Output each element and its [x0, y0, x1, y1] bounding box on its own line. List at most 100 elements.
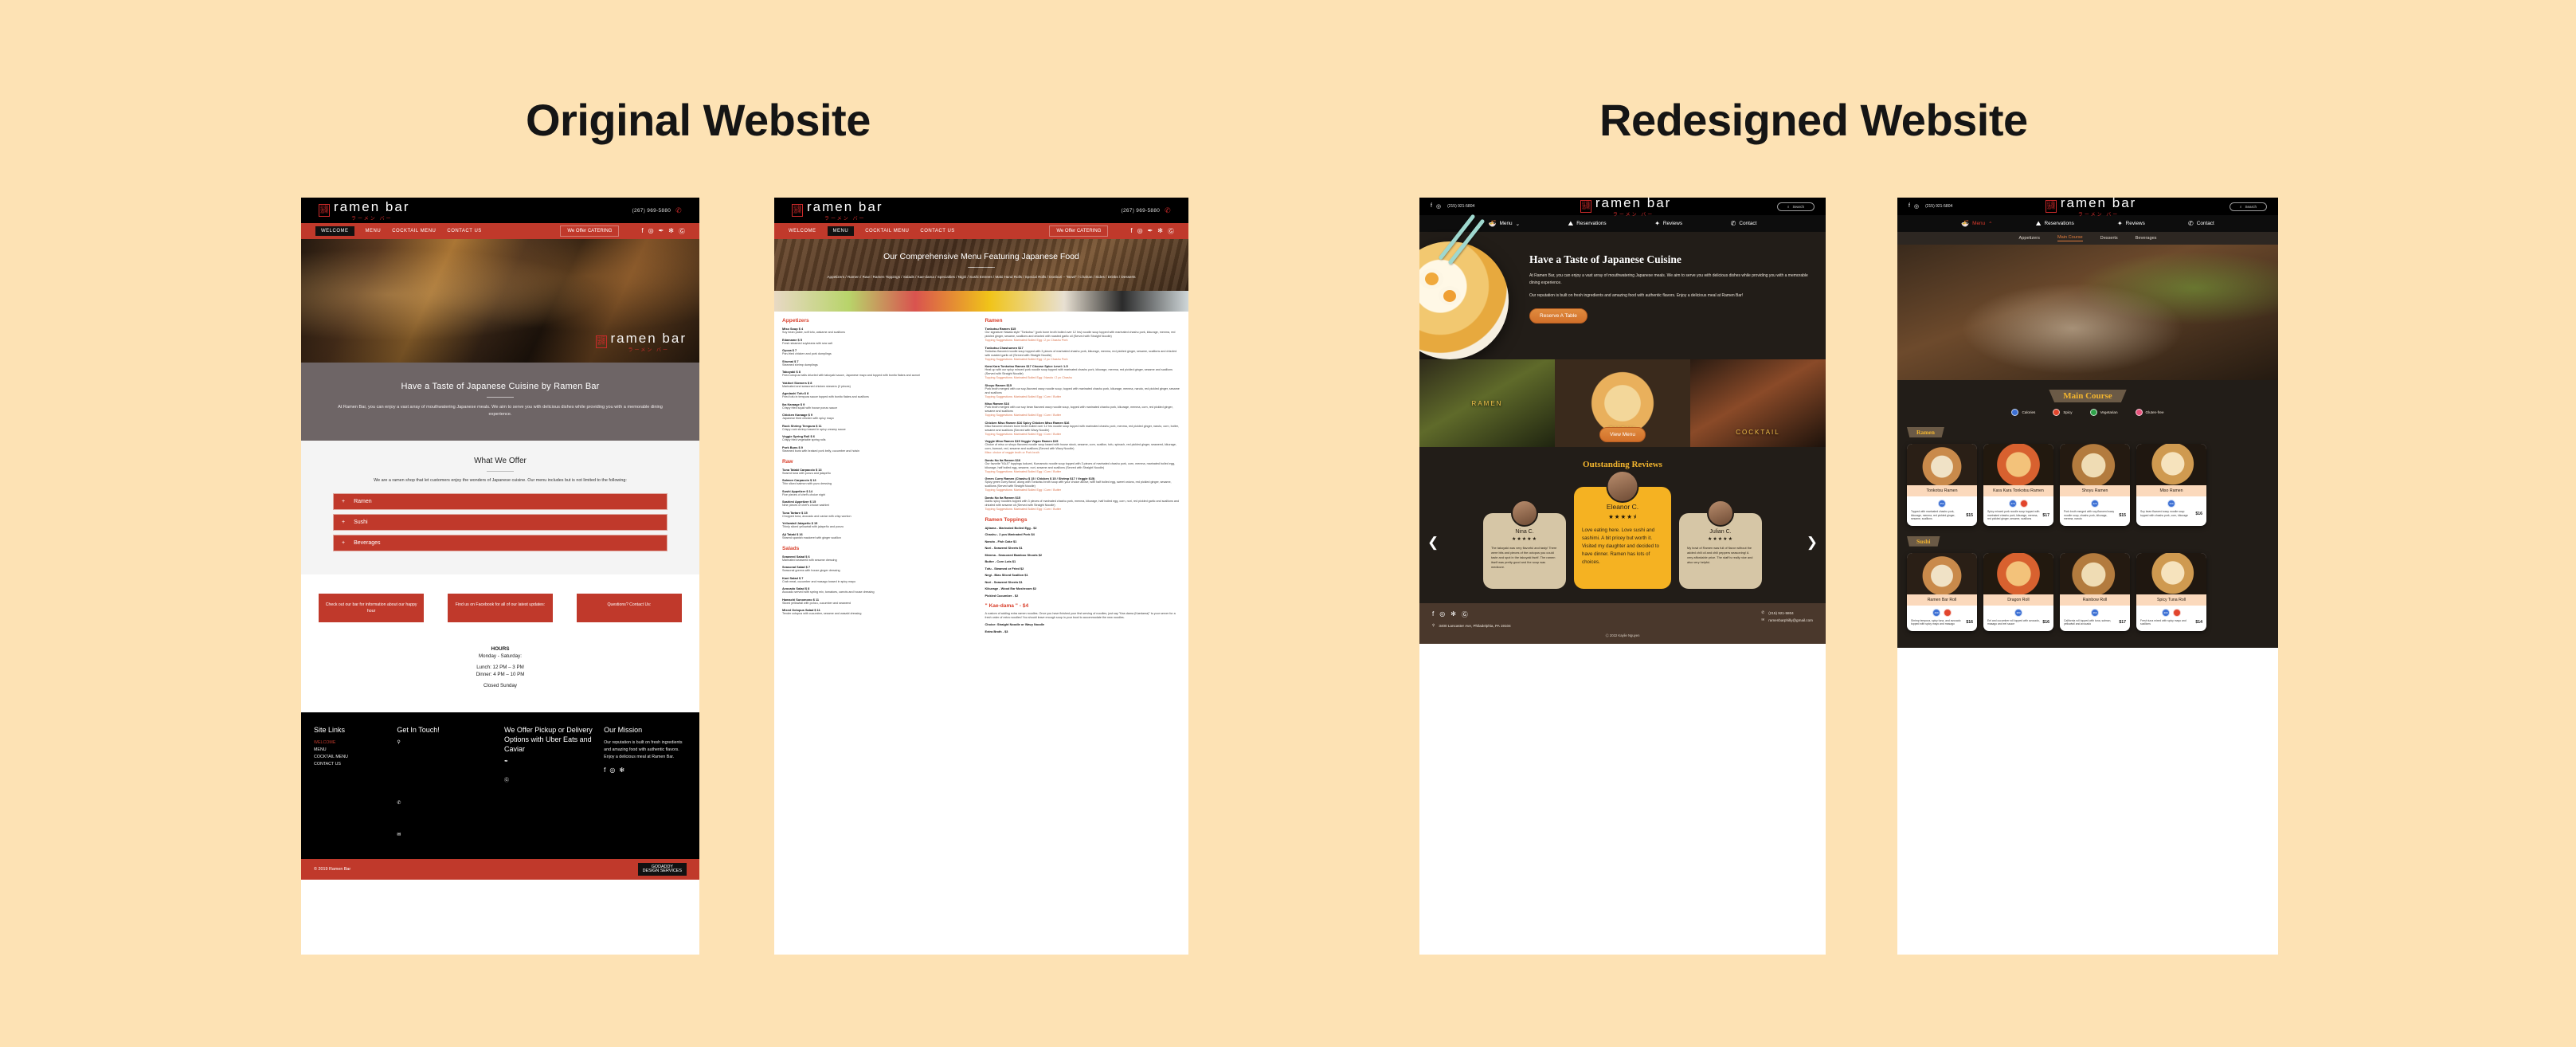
menu-item: Naruto - Fish Cake $1 — [985, 539, 1181, 543]
pen-icon[interactable]: ✒ — [1148, 227, 1153, 236]
footer-email[interactable]: ✉ ramenbarphilly@gmail.com — [1761, 618, 1813, 622]
dish-photo — [2136, 444, 2206, 485]
footer-link-cocktail-menu[interactable]: COCKTAIL MENU — [314, 754, 386, 761]
review-card[interactable]: Julian C. ★★★★★ My bowl of Ramen was ful… — [1679, 500, 1762, 589]
tab-main-course[interactable]: Main Course — [2057, 235, 2083, 241]
facebook-icon[interactable]: f — [604, 767, 605, 774]
dish-card[interactable]: Dragon Roll 380 Eel and cucumber roll topp… — [1983, 552, 2053, 631]
yelp-icon[interactable]: ✻ — [619, 767, 624, 774]
dish-card[interactable]: Tonkotsu Ramen 350 Topped with marinated c… — [1907, 444, 1977, 526]
instagram-icon[interactable]: ◎ — [1436, 203, 1441, 210]
accordion-item-beverages[interactable]: + Beverages — [333, 535, 667, 551]
nav-item-reviews[interactable]: ✦ Reviews — [2117, 220, 2145, 227]
nav-item-contact-us[interactable]: CONTACT US — [920, 229, 954, 233]
instagram-icon[interactable]: ◎ — [1439, 610, 1445, 619]
nav-item-reservations[interactable]: ⛰ Reservations — [2036, 220, 2074, 228]
header-phone[interactable]: (215) 921-5804 — [1447, 204, 1474, 209]
logo-ramen-bar[interactable]: 拉麺 酒場 ramen bar ラーメン バー — [1580, 198, 1672, 218]
logo-ramen-bar[interactable]: 拉麺 酒場 ramen bar ラーメン バー — [319, 199, 410, 222]
footer-link-menu[interactable]: MENU — [314, 747, 386, 754]
facebook-icon[interactable]: f — [1431, 203, 1432, 210]
facebook-icon[interactable]: f — [1432, 610, 1434, 619]
dish-card[interactable]: Shoyu Ramen 320 Pork broth merged with soy… — [2060, 444, 2130, 526]
tab-appetizers[interactable]: Appetizers — [2019, 236, 2040, 241]
delivery-caviar[interactable]: Ⓖ Caviar — [504, 776, 593, 790]
nav-item-reservations[interactable]: ⛰ Reservations — [1568, 220, 1607, 228]
instagram-icon[interactable]: ◎ — [648, 227, 654, 236]
carousel-next-button[interactable]: ❯ — [1807, 535, 1818, 551]
menu-item: Shoyu Ramen $15 Pork broth merged with ou… — [985, 383, 1181, 399]
view-menu-button[interactable]: View Menu — [1599, 427, 1646, 442]
footer-phone[interactable]: ✆ (215) 921-5804 — [1761, 610, 1813, 615]
google-icon[interactable]: Ⓖ — [1462, 610, 1468, 619]
logo-ramen-bar[interactable]: 拉麺 酒場 ramen bar ラーメン バー — [792, 199, 883, 222]
review-card-active[interactable]: Eleanor C. ★★★★⯨ Love eating here. Love … — [1574, 470, 1671, 589]
footer-link-welcome[interactable]: WELCOME — [314, 739, 386, 747]
dish-card[interactable]: Rainbow Roll 360 California roll topped wi… — [2060, 552, 2130, 631]
google-icon[interactable]: Ⓖ — [679, 227, 685, 236]
cta-contact[interactable]: Questions? Contact Us: — [576, 594, 682, 622]
yelp-icon[interactable]: ✻ — [1450, 610, 1456, 619]
category-tile-cocktail[interactable]: COCKTAIL — [1690, 359, 1826, 447]
header-phone[interactable]: (215) 921-5804 — [1925, 204, 1952, 209]
logo-wordmark: ramen bar — [2060, 198, 2137, 210]
catering-banner[interactable]: We Offer CATERING — [1049, 225, 1109, 237]
menu-item: A custom of adding extra ramen noodles. … — [985, 612, 1181, 620]
dish-card[interactable]: Kara Kara Tonkotsu Ramen 370 Spicy minced … — [1983, 444, 2053, 526]
dish-card[interactable]: Spicy Tuna Roll 300 Fresh tuna mixed with … — [2136, 552, 2206, 631]
accordion-item-sushi[interactable]: + Sushi — [333, 514, 667, 531]
logo-kana: ラーメン バー — [2077, 213, 2120, 218]
footer-email[interactable]: ✉ tatakiramenphilly@gmail.com — [397, 832, 571, 846]
dish-card[interactable]: Ramen Bar Roll 400 Shrimp tempura, spicy t… — [1907, 552, 1977, 631]
delivery-uber-eats[interactable]: ✒ Uber Eats — [504, 759, 593, 773]
nav-item-welcome[interactable]: WELCOME — [315, 226, 354, 236]
nav-item-cocktail-menu[interactable]: COCKTAIL MENU — [865, 229, 909, 233]
yelp-icon[interactable]: ✻ — [1157, 227, 1163, 236]
hours-days: Monday - Saturday: — [479, 653, 522, 659]
nav-item-menu[interactable]: MENU — [366, 229, 382, 233]
search-input[interactable]: ⌕ Search — [2229, 202, 2267, 211]
dish-card[interactable]: Miso Ramen 340 Soy bean flavored wavy nood… — [2136, 444, 2206, 526]
instagram-icon[interactable]: ◎ — [1914, 203, 1919, 210]
nav-item-menu[interactable]: 🍜 Menu ⌄ — [1489, 220, 1520, 227]
category-tile-ramen[interactable]: RAMEN — [1419, 359, 1555, 447]
instagram-icon[interactable]: ◎ — [609, 767, 615, 774]
search-input[interactable]: ⌕ Search — [1776, 202, 1815, 211]
catering-banner[interactable]: We Offer CATERING — [560, 225, 620, 237]
social-links[interactable]: f ◎ ✒ ✻ Ⓖ — [641, 227, 685, 236]
nav-item-contact[interactable]: ✆ Contact — [1731, 220, 1757, 227]
instagram-icon[interactable]: ◎ — [1137, 227, 1143, 236]
nav-item-reviews[interactable]: ✦ Reviews — [1654, 220, 1682, 227]
facebook-icon[interactable]: f — [1909, 203, 1910, 210]
reserve-a-table-button[interactable]: Reserve A Table — [1529, 308, 1587, 324]
facebook-icon[interactable]: f — [1130, 227, 1132, 236]
menu-item-name: Extra Broth - $3 — [985, 629, 1008, 633]
social-links[interactable]: f ◎ ✒ ✻ Ⓖ — [1130, 227, 1174, 236]
header-phone[interactable]: (267) 969-5880 ✆ — [632, 206, 683, 215]
facebook-icon[interactable]: f — [641, 227, 643, 236]
pen-icon[interactable]: ✒ — [659, 227, 664, 236]
nav-item-contact-us[interactable]: CONTACT US — [447, 229, 481, 233]
nav-item-contact[interactable]: ✆ Contact — [2188, 220, 2214, 227]
menu-item-description: Sliced yellowtail with ponzu, cucumber a… — [782, 601, 851, 605]
menu-items-salads: Seaweed Salad $ 6 Marinated seaweed with … — [782, 555, 978, 617]
nav-item-menu[interactable]: MENU — [827, 226, 855, 236]
yelp-icon[interactable]: ✻ — [668, 227, 674, 236]
header-phone[interactable]: (267) 969-5880 ✆ — [1122, 206, 1172, 215]
footer-phone[interactable]: ✆ (267) 969-5880 — [397, 800, 494, 829]
tab-desserts[interactable]: Desserts — [2100, 236, 2118, 241]
cta-happy-hour[interactable]: Check out our bar for information about … — [319, 594, 425, 622]
cta-facebook[interactable]: Find us on Facebook for all of our lates… — [447, 594, 554, 622]
accordion-item-ramen[interactable]: + Ramen — [333, 493, 667, 510]
carousel-prev-button[interactable]: ❮ — [1427, 535, 1439, 551]
tab-beverages[interactable]: Beverages — [2136, 236, 2157, 241]
google-icon[interactable]: Ⓖ — [1168, 227, 1174, 236]
logo-ramen-bar[interactable]: 拉麺 酒場 ramen bar ラーメン バー — [2045, 198, 2137, 218]
nav-item-cocktail-menu[interactable]: COCKTAIL MENU — [392, 229, 436, 233]
menu-items-kaedama: A custom of adding extra ramen noodles. … — [985, 612, 1181, 633]
category-strip: RAMEN SUSHI COCKTAIL View Menu — [1419, 359, 1826, 447]
nav-item-menu[interactable]: 🍜 Menu ⌃ — [1961, 220, 1992, 227]
review-card[interactable]: Nina C. ★★★★★ The takoyaki was very flav… — [1483, 500, 1566, 589]
footer-link-contact-us[interactable]: CONTACT US — [314, 761, 386, 768]
nav-item-welcome[interactable]: WELCOME — [789, 229, 816, 233]
